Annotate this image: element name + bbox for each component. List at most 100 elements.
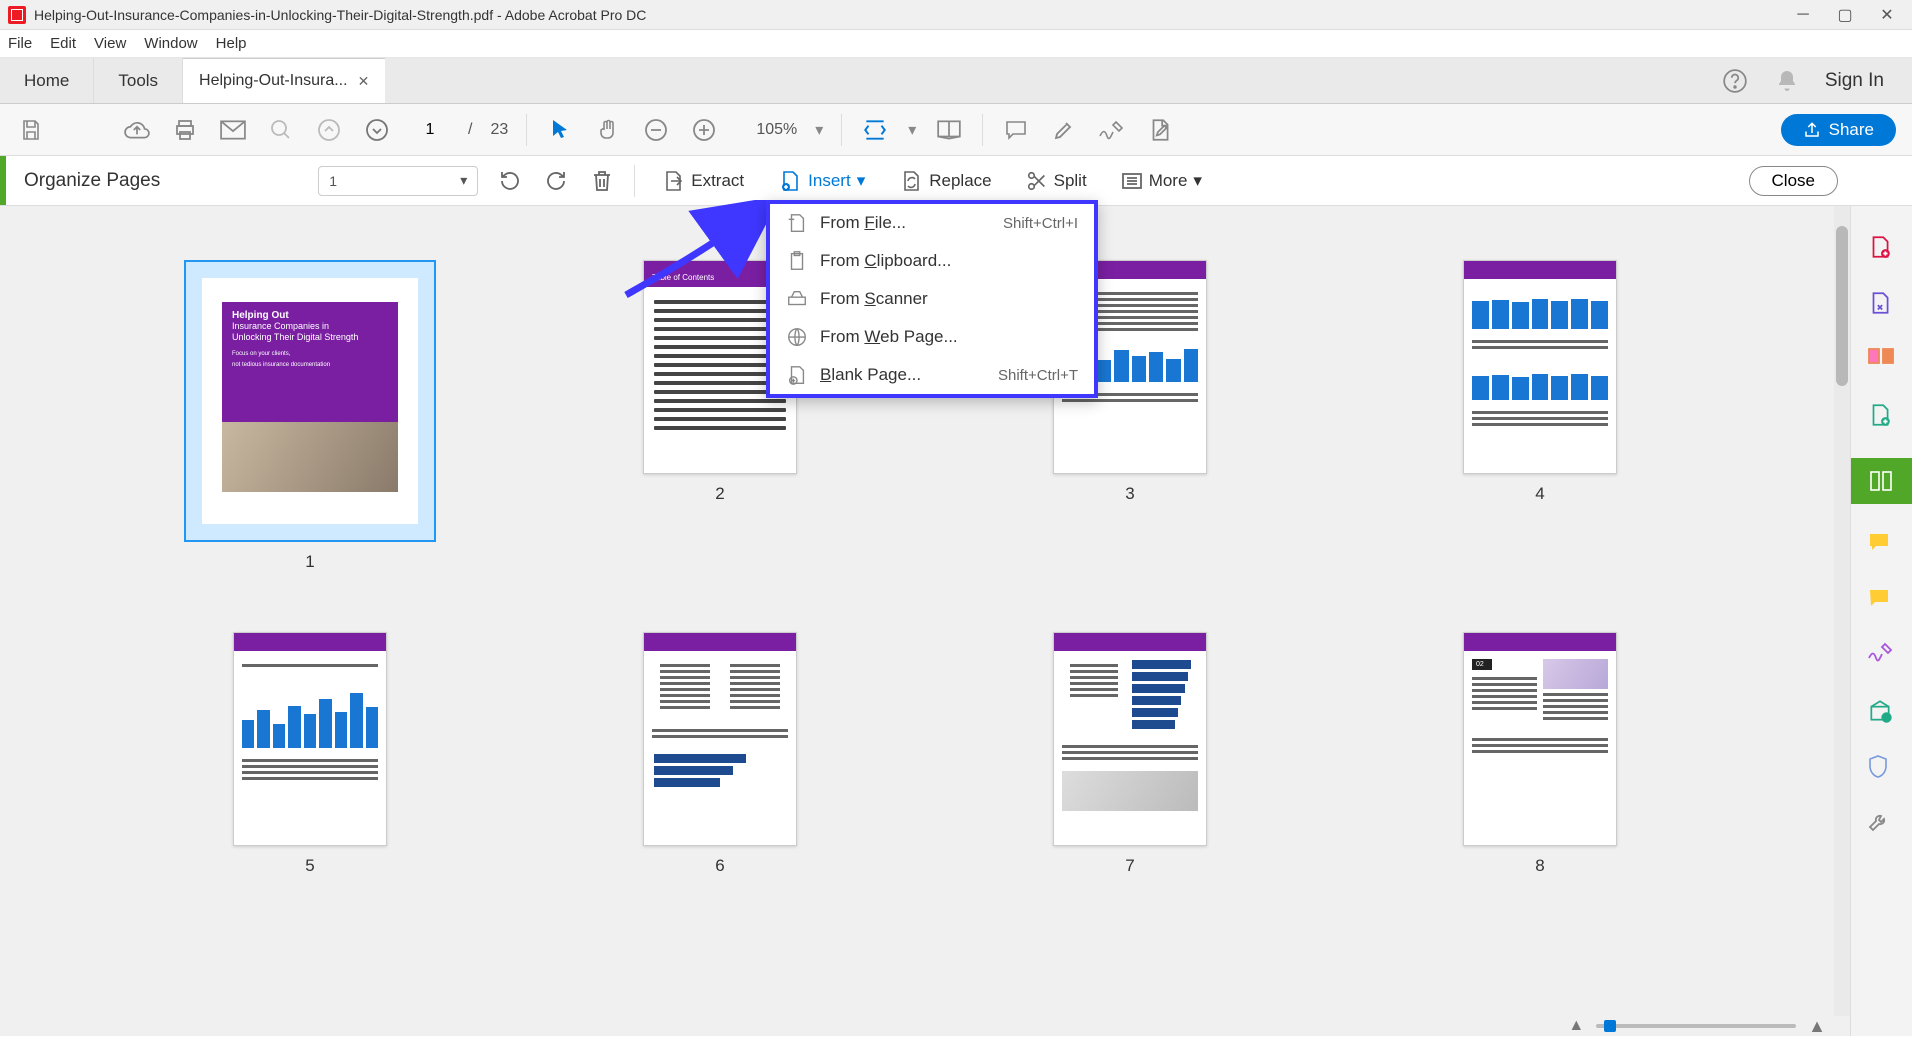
tab-tools[interactable]: Tools	[94, 58, 183, 103]
zoom-in-icon[interactable]	[689, 115, 719, 145]
more-button[interactable]: More ▾	[1113, 167, 1210, 195]
page-down-icon[interactable]	[362, 115, 392, 145]
rail-protect-icon[interactable]	[1867, 754, 1897, 784]
rail-export-pdf-icon[interactable]	[1867, 290, 1897, 320]
email-icon[interactable]	[218, 115, 248, 145]
share-label: Share	[1829, 120, 1874, 140]
thumbnail-page-8[interactable]: 02	[1463, 632, 1617, 846]
page-number-input[interactable]	[410, 121, 450, 139]
save-icon[interactable]	[16, 115, 46, 145]
tabbar: Home Tools Helping-Out-Insura... ✕ Sign …	[0, 58, 1912, 104]
split-button[interactable]: Split	[1018, 165, 1095, 197]
more-caret-icon: ▾	[1193, 171, 1202, 191]
thumbnail-cell-4[interactable]: 4	[1390, 260, 1690, 572]
cloud-upload-icon[interactable]	[122, 115, 152, 145]
fit-dropdown-icon[interactable]: ▾	[908, 120, 916, 140]
select-tool-icon[interactable]	[545, 115, 575, 145]
organize-toolbar: Organize Pages 1 ▾ Extract Insert ▾ Repl…	[0, 156, 1912, 206]
rail-combine-icon[interactable]	[1867, 402, 1897, 432]
menu-help[interactable]: Help	[216, 35, 247, 52]
thumb-large-icon[interactable]: ▲	[1808, 1016, 1826, 1037]
read-mode-icon[interactable]	[934, 115, 964, 145]
clipboard-icon	[786, 250, 808, 272]
insert-label: Insert	[808, 171, 851, 191]
scanner-icon	[786, 288, 808, 310]
thumbnail-page-1[interactable]: Helping Out Insurance Companies in Unloc…	[184, 260, 436, 542]
close-window-button[interactable]: ✕	[1878, 6, 1896, 24]
menu-file[interactable]: File	[8, 35, 32, 52]
minimize-button[interactable]: ─	[1794, 6, 1812, 24]
hand-tool-icon[interactable]	[593, 115, 623, 145]
page-up-icon[interactable]	[314, 115, 344, 145]
thumbnail-page-7[interactable]	[1053, 632, 1207, 846]
rotate-ccw-icon[interactable]	[496, 167, 524, 195]
extract-button[interactable]: Extract	[653, 165, 752, 197]
rotate-cw-icon[interactable]	[542, 167, 570, 195]
insert-from-clipboard-label: From Clipboard...	[820, 251, 1078, 271]
notifications-icon[interactable]	[1773, 67, 1801, 95]
close-organize-button[interactable]: Close	[1749, 166, 1838, 196]
rail-comment-icon[interactable]	[1867, 530, 1897, 560]
insert-button[interactable]: Insert ▾	[770, 165, 873, 197]
zoom-out-icon[interactable]	[641, 115, 671, 145]
help-icon[interactable]	[1721, 67, 1749, 95]
tab-close-icon[interactable]: ✕	[358, 73, 370, 90]
window-title: Helping-Out-Insurance-Companies-in-Unloc…	[34, 7, 1794, 23]
thumbnail-page-6[interactable]	[643, 632, 797, 846]
main-toolbar: / 23 105% ▾ ▾ Share	[0, 104, 1912, 156]
sign-icon[interactable]	[1097, 115, 1127, 145]
comment-icon[interactable]	[1001, 115, 1031, 145]
zoom-value[interactable]: 105%	[737, 121, 797, 139]
insert-from-clipboard[interactable]: From Clipboard...	[770, 242, 1094, 280]
edit-pdf-icon[interactable]	[1145, 115, 1175, 145]
rail-send-icon[interactable]	[1867, 698, 1897, 728]
zoom-dropdown-icon[interactable]: ▾	[815, 120, 823, 140]
thumbnail-cell-1[interactable]: Helping Out Insurance Companies in Unloc…	[160, 260, 460, 572]
insert-blank-page[interactable]: Blank Page... Shift+Ctrl+T	[770, 356, 1094, 394]
thumbnail-cell-5[interactable]: 5	[160, 632, 460, 876]
rail-fill-sign-icon[interactable]	[1867, 586, 1897, 616]
rail-organize-active-icon[interactable]	[1851, 458, 1912, 504]
highlight-icon[interactable]	[1049, 115, 1079, 145]
thumbnail-number-6: 6	[715, 856, 724, 876]
menu-view[interactable]: View	[94, 35, 126, 52]
thumb-small-icon[interactable]: ▲	[1568, 1017, 1584, 1035]
thumbnail-zoom-slider[interactable]	[1596, 1024, 1796, 1028]
organize-title: Organize Pages	[24, 170, 160, 192]
rail-sign-icon[interactable]	[1867, 642, 1897, 672]
fit-width-icon[interactable]	[860, 115, 890, 145]
maximize-button[interactable]: ▢	[1836, 6, 1854, 24]
share-button[interactable]: Share	[1781, 114, 1896, 146]
rail-create-pdf-icon[interactable]	[1867, 234, 1897, 264]
tab-document-active[interactable]: Helping-Out-Insura... ✕	[183, 58, 385, 103]
rail-edit-pdf-icon[interactable]	[1867, 346, 1897, 376]
thumbnail-number-8: 8	[1535, 856, 1544, 876]
page-total: 23	[490, 121, 508, 139]
delete-icon[interactable]	[588, 167, 616, 195]
right-tool-rail	[1850, 206, 1912, 1036]
thumbnail-number-2: 2	[715, 484, 724, 504]
thumbnail-page-4[interactable]	[1463, 260, 1617, 474]
file-icon	[786, 212, 808, 234]
insert-from-webpage[interactable]: From Web Page...	[770, 318, 1094, 356]
search-icon[interactable]	[266, 115, 296, 145]
replace-button[interactable]: Replace	[891, 165, 999, 197]
tab-home[interactable]: Home	[0, 58, 94, 103]
thumbnail-page-5[interactable]	[233, 632, 387, 846]
thumbnail-cell-7[interactable]: 7	[980, 632, 1280, 876]
thumbnail-scrollbar[interactable]	[1834, 206, 1850, 1016]
rail-more-tools-icon[interactable]	[1867, 810, 1897, 840]
thumbnail-cell-6[interactable]: 6	[570, 632, 870, 876]
print-icon[interactable]	[170, 115, 200, 145]
page-range-select[interactable]: 1 ▾	[318, 166, 478, 196]
menu-window[interactable]: Window	[144, 35, 197, 52]
thumbnail-number-7: 7	[1125, 856, 1134, 876]
zoom-slider-bar: ▲ ▲	[0, 1016, 1850, 1036]
insert-caret-icon: ▾	[857, 171, 866, 191]
page-separator: /	[468, 121, 472, 139]
sign-in-link[interactable]: Sign In	[1825, 70, 1884, 92]
insert-from-scanner[interactable]: From Scanner	[770, 280, 1094, 318]
menu-edit[interactable]: Edit	[50, 35, 76, 52]
insert-from-file[interactable]: From File... Shift+Ctrl+I	[770, 204, 1094, 242]
thumbnail-cell-8[interactable]: 02 8	[1390, 632, 1690, 876]
